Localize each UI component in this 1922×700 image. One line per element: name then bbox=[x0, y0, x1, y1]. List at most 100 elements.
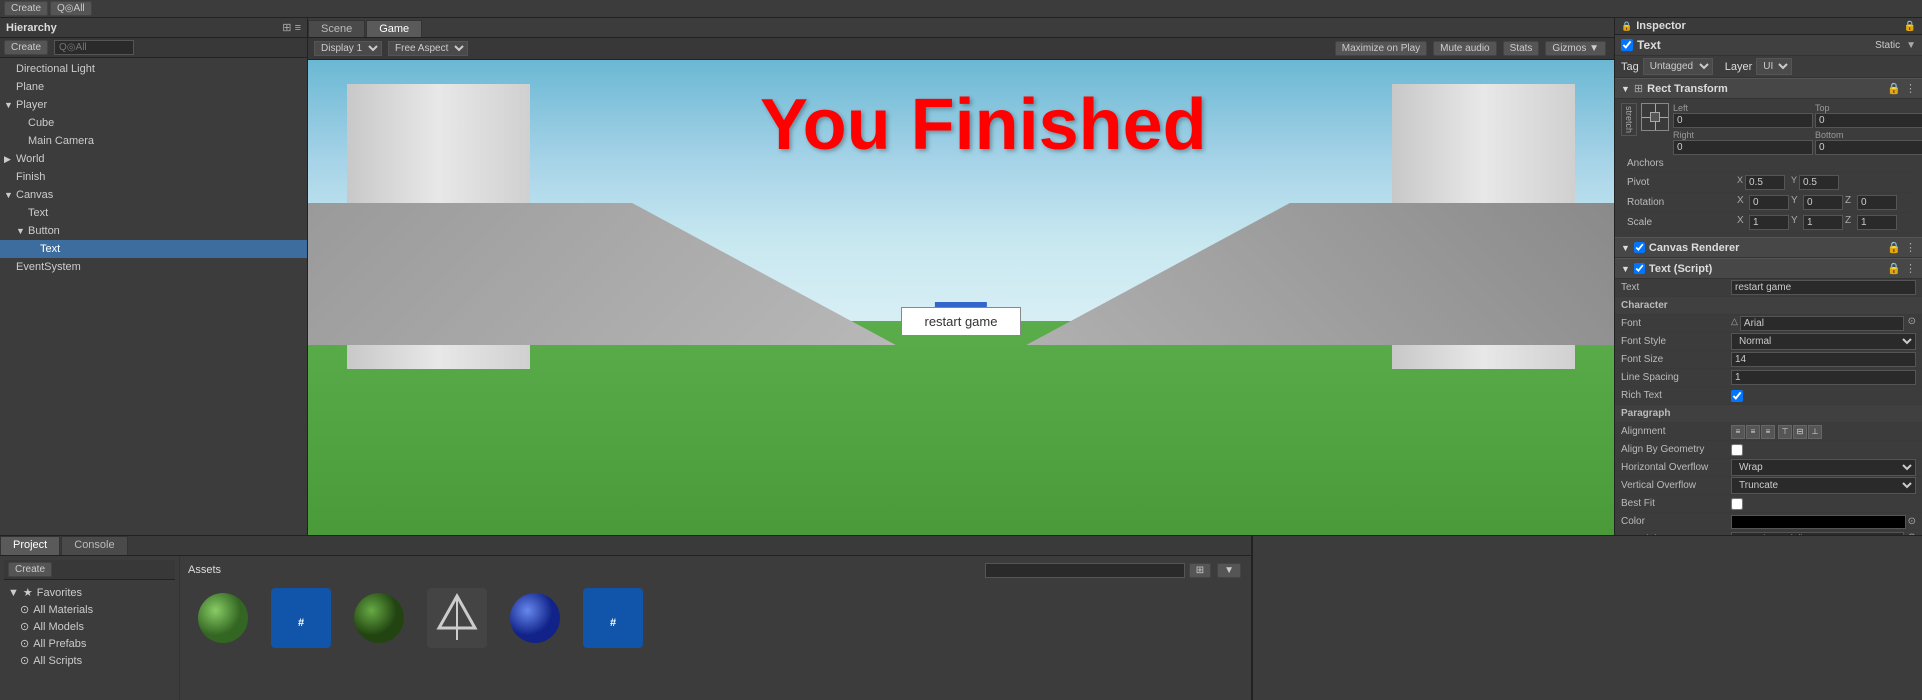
sidebar-item-favorites[interactable]: ▼ ★ Favorites bbox=[4, 584, 175, 601]
pivot-x-input[interactable] bbox=[1745, 175, 1785, 190]
rt-bottom-input[interactable] bbox=[1815, 140, 1922, 155]
gizmos-button[interactable]: Gizmos ▼ bbox=[1545, 41, 1606, 56]
align-middle-btn[interactable]: ⊟ bbox=[1793, 425, 1807, 439]
asset-thumbnail-csharp2: # bbox=[583, 588, 643, 648]
line-spacing-input[interactable] bbox=[1731, 370, 1916, 385]
asset-item-sphere3[interactable] bbox=[500, 588, 570, 650]
hierarchy-item-finish[interactable]: Finish bbox=[0, 168, 307, 186]
align-by-geo-checkbox[interactable] bbox=[1731, 444, 1743, 456]
align-right-btn[interactable]: ≡ bbox=[1761, 425, 1775, 439]
layer-select[interactable]: UI bbox=[1756, 58, 1792, 75]
sidebar-item-all-models[interactable]: ⊙ All Models bbox=[4, 618, 175, 635]
rt-left-input[interactable] bbox=[1673, 113, 1813, 128]
assets-search-input[interactable] bbox=[985, 563, 1185, 578]
assets-filter-button[interactable]: ▼ bbox=[1217, 563, 1241, 578]
scale-x-input[interactable] bbox=[1749, 215, 1789, 230]
best-fit-checkbox[interactable] bbox=[1731, 498, 1743, 510]
tab-scene[interactable]: Scene bbox=[308, 20, 365, 37]
hierarchy-item-player[interactable]: ▼Player bbox=[0, 96, 307, 114]
sidebar-item-all-materials[interactable]: ⊙ All Materials bbox=[4, 601, 175, 618]
font-icon: △ bbox=[1731, 316, 1738, 331]
rotation-x-input[interactable] bbox=[1749, 195, 1789, 210]
asset-item-unity[interactable] bbox=[422, 588, 492, 650]
create-button[interactable]: Create bbox=[4, 1, 48, 16]
rt-right-input[interactable] bbox=[1673, 140, 1813, 155]
hierarchy-item-cube[interactable]: Cube bbox=[0, 114, 307, 132]
maximize-on-play-button[interactable]: Maximize on Play bbox=[1335, 41, 1427, 56]
canvas-renderer-lock-icon[interactable]: 🔒 bbox=[1887, 241, 1901, 254]
asset-thumbnail-csharp1: # bbox=[271, 588, 331, 648]
font-size-input[interactable] bbox=[1731, 352, 1916, 367]
sidebar-item-all-scripts[interactable]: ⊙ All Scripts bbox=[4, 652, 175, 669]
tree-item-label: Directional Light bbox=[16, 61, 95, 77]
asset-item-sphere[interactable] bbox=[188, 588, 258, 650]
align-center-btn[interactable]: ≡ bbox=[1746, 425, 1760, 439]
tag-select[interactable]: Untagged bbox=[1643, 58, 1713, 75]
project-create-button[interactable]: Create bbox=[8, 562, 52, 577]
asset-item-csharp1[interactable]: # bbox=[266, 588, 336, 650]
text-script-checkbox[interactable] bbox=[1634, 263, 1645, 274]
rich-text-checkbox[interactable] bbox=[1731, 390, 1743, 402]
font-style-select[interactable]: Normal bbox=[1731, 333, 1916, 350]
rotation-y-input[interactable] bbox=[1803, 195, 1843, 210]
hierarchy-item-text[interactable]: Text bbox=[0, 204, 307, 222]
hierarchy-item-button-text[interactable]: Text bbox=[0, 240, 307, 258]
hierarchy-create-button[interactable]: Create bbox=[4, 40, 48, 55]
asset-item-sphere2[interactable] bbox=[344, 588, 414, 650]
text-script-lock-icon[interactable]: 🔒 bbox=[1887, 262, 1901, 275]
align-top-btn[interactable]: ⊤ bbox=[1778, 425, 1792, 439]
hierarchy-item-directional-light[interactable]: Directional Light bbox=[0, 60, 307, 78]
color-picker-icon[interactable]: ⊙ bbox=[1908, 516, 1916, 527]
static-dropdown-icon[interactable]: ▼ bbox=[1906, 40, 1916, 51]
pivot-field: Pivot X Y bbox=[1621, 173, 1916, 193]
text-script-menu-icon[interactable]: ⋮ bbox=[1905, 262, 1916, 275]
horiz-overflow-select[interactable]: Wrap bbox=[1731, 459, 1916, 476]
hierarchy-item-canvas[interactable]: ▼Canvas bbox=[0, 186, 307, 204]
tree-item-label: Main Camera bbox=[28, 133, 94, 149]
rotation-z-input[interactable] bbox=[1857, 195, 1897, 210]
stats-button[interactable]: Stats bbox=[1503, 41, 1540, 56]
scale-z-input[interactable] bbox=[1857, 215, 1897, 230]
assets-view-button[interactable]: ⊞ bbox=[1189, 563, 1211, 578]
restart-game-button[interactable]: restart game bbox=[901, 307, 1021, 336]
align-left-btn[interactable]: ≡ bbox=[1731, 425, 1745, 439]
inspector-panel: 🔒 Inspector 🔒 Text Static ▼ Tag Untagged… bbox=[1614, 18, 1922, 535]
text-script-section-header[interactable]: ▼ Text (Script) 🔒 ⋮ bbox=[1615, 258, 1922, 279]
hierarchy-item-plane[interactable]: Plane bbox=[0, 78, 307, 96]
scale-y-input[interactable] bbox=[1803, 215, 1843, 230]
asset-item-csharp2[interactable]: # bbox=[578, 588, 648, 650]
rect-transform-menu-icon[interactable]: ⋮ bbox=[1905, 82, 1916, 95]
aspect-select[interactable]: Free Aspect bbox=[388, 41, 468, 56]
search-all-button[interactable]: Q◎All bbox=[50, 1, 92, 16]
rect-transform-section-header[interactable]: ▼ ⊞ Rect Transform 🔒 ⋮ bbox=[1615, 78, 1922, 99]
rt-top-input[interactable] bbox=[1815, 113, 1922, 128]
align-bottom-btn[interactable]: ⊥ bbox=[1808, 425, 1822, 439]
object-active-checkbox[interactable] bbox=[1621, 39, 1633, 51]
vert-overflow-select[interactable]: Truncate bbox=[1731, 477, 1916, 494]
tab-project[interactable]: Project bbox=[0, 536, 60, 555]
hierarchy-item-world[interactable]: ▶World bbox=[0, 150, 307, 168]
inspector-lock-icon[interactable]: 🔒 bbox=[1904, 21, 1916, 32]
tab-game[interactable]: Game bbox=[366, 20, 422, 37]
color-field: Color ⊙ bbox=[1615, 513, 1922, 531]
hierarchy-item-main-camera[interactable]: Main Camera bbox=[0, 132, 307, 150]
sidebar-item-all-prefabs[interactable]: ⊙ All Prefabs bbox=[4, 635, 175, 652]
display-select[interactable]: Display 1 bbox=[314, 41, 382, 56]
canvas-renderer-section-header[interactable]: ▼ Canvas Renderer 🔒 ⋮ bbox=[1615, 237, 1922, 258]
align-by-geo-field: Align By Geometry bbox=[1615, 441, 1922, 459]
color-swatch[interactable] bbox=[1731, 515, 1906, 529]
font-select-icon[interactable]: ⊙ bbox=[1908, 316, 1916, 331]
text-value-input[interactable] bbox=[1731, 280, 1916, 295]
pivot-y-input[interactable] bbox=[1799, 175, 1839, 190]
rotation-field: Rotation X Y Z bbox=[1621, 193, 1916, 213]
font-input[interactable] bbox=[1740, 316, 1904, 331]
hierarchy-search-input[interactable] bbox=[54, 40, 134, 55]
hierarchy-item-button[interactable]: ▼Button bbox=[0, 222, 307, 240]
anchor-widget[interactable] bbox=[1641, 103, 1669, 131]
canvas-renderer-menu-icon[interactable]: ⋮ bbox=[1905, 241, 1916, 254]
canvas-renderer-checkbox[interactable] bbox=[1634, 242, 1645, 253]
mute-audio-button[interactable]: Mute audio bbox=[1433, 41, 1496, 56]
tab-console[interactable]: Console bbox=[61, 536, 127, 555]
hierarchy-item-event-system[interactable]: EventSystem bbox=[0, 258, 307, 276]
rect-transform-lock-icon[interactable]: 🔒 bbox=[1887, 82, 1901, 95]
